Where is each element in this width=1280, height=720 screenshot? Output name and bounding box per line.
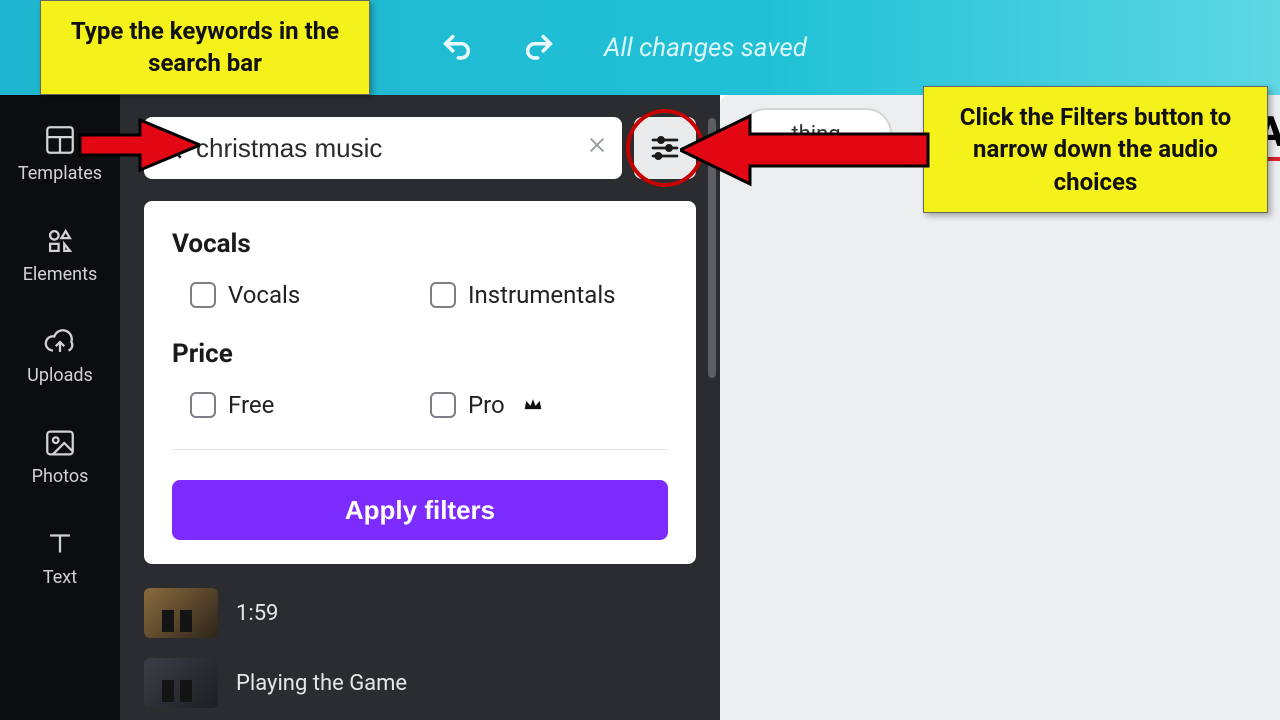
annotation-callout-right: Click the Filters button to narrow down …	[923, 86, 1268, 213]
checkbox-box	[430, 392, 456, 418]
rail-elements[interactable]: Elements	[23, 224, 98, 285]
side-panel: Vocals Vocals Instrumentals Price Free P…	[120, 95, 720, 720]
track-row[interactable]: Playing the Game	[144, 648, 696, 718]
canvas-text-pill[interactable]: thing	[740, 108, 892, 160]
track-thumbnail	[144, 588, 218, 638]
shapes-icon	[43, 224, 77, 258]
rail-label: Templates	[18, 163, 102, 184]
text-icon	[43, 527, 77, 561]
rail-uploads[interactable]: Uploads	[27, 325, 93, 386]
layout-icon	[43, 123, 77, 157]
checkbox-box	[190, 282, 216, 308]
track-row[interactable]: 1:59	[144, 578, 696, 648]
filters-panel: Vocals Vocals Instrumentals Price Free P…	[144, 201, 696, 564]
search-row	[144, 117, 696, 179]
checkbox-label: Instrumentals	[468, 281, 616, 309]
rail-label: Text	[43, 567, 77, 588]
checkbox-label: Free	[228, 391, 274, 419]
scrollbar[interactable]	[708, 118, 716, 378]
save-status: All changes saved	[604, 33, 807, 63]
filters-section-heading: Vocals	[172, 229, 668, 259]
checkbox-label: Pro	[468, 391, 505, 419]
checkbox-pro[interactable]: Pro	[430, 391, 630, 419]
undo-button[interactable]	[440, 31, 474, 65]
rail-label: Photos	[32, 466, 89, 487]
rail-label: Elements	[23, 264, 98, 285]
checkbox-free[interactable]: Free	[190, 391, 390, 419]
checkbox-box	[190, 392, 216, 418]
sliders-icon	[649, 132, 681, 164]
filters-section-heading: Price	[172, 339, 668, 369]
track-thumbnail	[144, 658, 218, 708]
search-icon	[158, 135, 184, 161]
close-icon	[586, 134, 608, 156]
redo-button[interactable]	[522, 31, 556, 65]
search-input[interactable]	[196, 133, 574, 164]
search-box[interactable]	[144, 117, 622, 179]
rail-text[interactable]: Text	[43, 527, 77, 588]
annotation-callout-left: Type the keywords in the search bar	[40, 0, 370, 95]
clear-search-button[interactable]	[586, 133, 608, 163]
checkbox-label: Vocals	[228, 281, 300, 309]
checkbox-vocals[interactable]: Vocals	[190, 281, 390, 309]
track-duration: 1:59	[236, 601, 278, 626]
crown-icon	[523, 397, 543, 413]
checkbox-instrumentals[interactable]: Instrumentals	[430, 281, 630, 309]
track-title: Playing the Game	[236, 671, 407, 696]
divider	[172, 449, 668, 450]
rail-label: Uploads	[27, 365, 93, 386]
rail-photos[interactable]: Photos	[32, 426, 89, 487]
filters-button[interactable]	[634, 117, 696, 179]
apply-filters-button[interactable]: Apply filters	[172, 480, 668, 540]
left-rail: Templates Elements Uploads Photos Text	[0, 95, 120, 720]
rail-templates[interactable]: Templates	[18, 123, 102, 184]
cloud-upload-icon	[43, 325, 77, 359]
image-icon	[43, 426, 77, 460]
checkbox-box	[430, 282, 456, 308]
